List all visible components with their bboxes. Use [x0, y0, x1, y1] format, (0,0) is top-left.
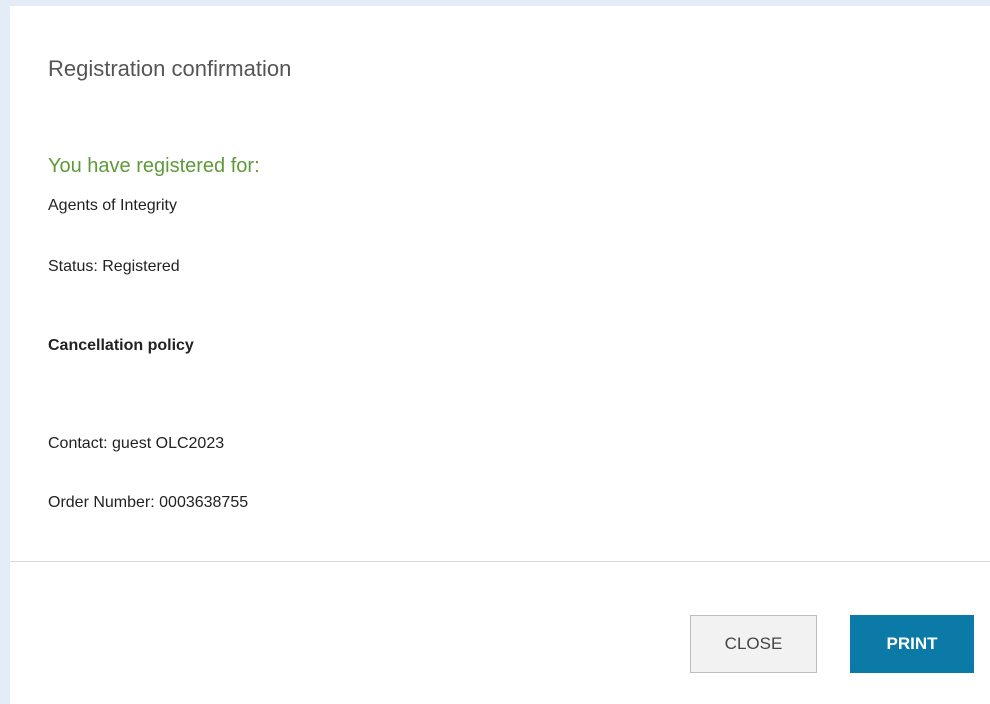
contact-text: Contact: guest OLC2023	[48, 435, 225, 452]
print-button[interactable]: PRINT	[850, 615, 974, 673]
event-name: Agents of Integrity	[48, 197, 177, 214]
registered-heading: You have registered for:	[48, 155, 260, 177]
dialog-title: Registration confirmation	[48, 56, 292, 81]
cancellation-policy-heading: Cancellation policy	[48, 337, 194, 354]
order-number-text: Order Number: 0003638755	[48, 494, 249, 511]
footer-divider	[10, 561, 990, 562]
status-text: Status: Registered	[48, 258, 180, 275]
close-button[interactable]: CLOSE	[690, 615, 817, 673]
registration-confirmation-dialog: Registration confirmation You have regis…	[10, 6, 990, 704]
